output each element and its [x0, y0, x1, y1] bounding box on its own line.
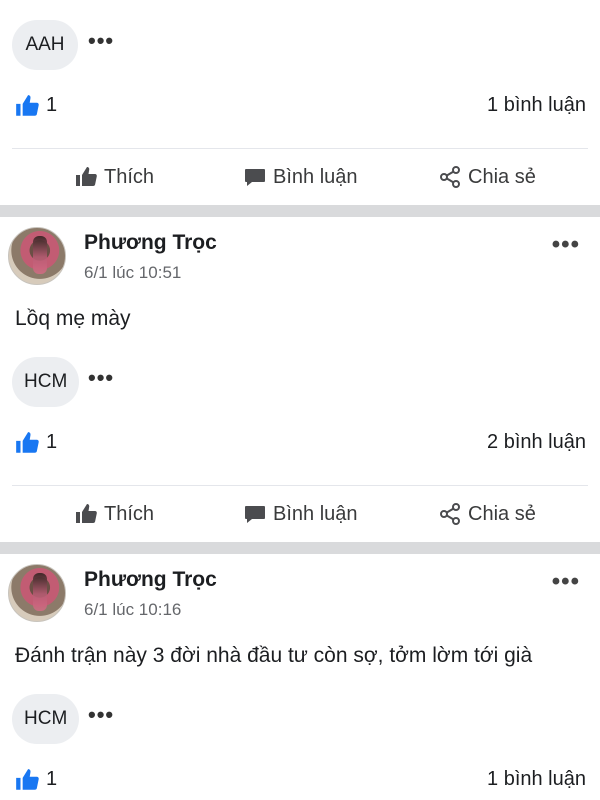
thumbs-up-icon [76, 504, 97, 523]
reaction-stats: 1 1 bình luận [0, 92, 600, 122]
share-button[interactable]: Chia sẻ [438, 490, 536, 538]
like-count[interactable]: 1 [46, 768, 57, 791]
divider [12, 148, 588, 149]
like-icon [16, 95, 39, 116]
like-label: Thích [104, 165, 155, 188]
share-button[interactable]: Chia sẻ [438, 153, 536, 201]
avatar[interactable] [8, 564, 66, 622]
comment-count[interactable]: 1 bình luận [487, 768, 586, 791]
tag-row: HCM ••• [0, 694, 600, 746]
like-icon [16, 769, 39, 790]
like-button[interactable]: Thích [74, 153, 154, 201]
location-tag[interactable]: AAH [12, 20, 78, 70]
comment-icon [245, 506, 265, 523]
tag-more-button[interactable]: ••• [88, 28, 114, 54]
author-name[interactable]: Phương Trọc [84, 568, 217, 592]
share-icon [440, 166, 460, 188]
reaction-stats: 1 2 bình luận [0, 429, 600, 459]
comment-button[interactable]: Bình luận [243, 490, 358, 538]
reaction-stats: 1 1 bình luận [0, 766, 600, 796]
like-count[interactable]: 1 [46, 94, 57, 117]
like-label: Thích [104, 502, 155, 525]
post-content: Lồq mẹ mày [15, 307, 131, 330]
comment-icon [245, 169, 265, 186]
tag-row: HCM ••• [0, 357, 600, 409]
post-more-button[interactable]: ••• [552, 568, 580, 596]
post-content: Đánh trận này 3 đời nhà đầu tư còn sợ, t… [15, 644, 533, 667]
share-label: Chia sẻ [468, 502, 536, 525]
post-separator [0, 205, 600, 217]
post-separator [0, 542, 600, 554]
post: Phương Trọc 6/1 lúc 10:51 ••• Lồq mẹ mày… [0, 217, 600, 542]
tag-more-button[interactable]: ••• [88, 702, 114, 728]
comment-count[interactable]: 1 bình luận [487, 94, 586, 117]
divider [12, 485, 588, 486]
post-more-button[interactable]: ••• [552, 231, 580, 259]
post: Phương Trọc 6/1 lúc 10:16 ••• Đánh trận … [0, 554, 600, 800]
avatar[interactable] [8, 227, 66, 285]
author-name[interactable]: Phương Trọc [84, 231, 217, 255]
comment-count[interactable]: 2 bình luận [487, 431, 586, 454]
like-count[interactable]: 1 [46, 431, 57, 454]
action-bar: Thích Bình luận Chia sẻ [0, 490, 600, 538]
action-bar: Thích Bình luận Chia sẻ [0, 153, 600, 201]
tag-row: AAH ••• [0, 20, 600, 72]
post-time[interactable]: 6/1 lúc 10:16 [84, 600, 181, 620]
post-header: Phương Trọc 6/1 lúc 10:51 ••• [0, 217, 600, 293]
tag-more-button[interactable]: ••• [88, 365, 114, 391]
like-icon [16, 432, 39, 453]
comment-label: Bình luận [273, 502, 358, 525]
comment-button[interactable]: Bình luận [243, 153, 358, 201]
share-label: Chia sẻ [468, 165, 536, 188]
like-button[interactable]: Thích [74, 490, 154, 538]
post-header: Phương Trọc 6/1 lúc 10:16 ••• [0, 554, 600, 630]
post-previous: AAH ••• 1 1 bình luận Thích Bình luận Ch… [0, 0, 600, 205]
share-icon [440, 503, 460, 525]
location-tag[interactable]: HCM [12, 357, 80, 407]
thumbs-up-icon [76, 167, 97, 186]
post-time[interactable]: 6/1 lúc 10:51 [84, 263, 181, 283]
comment-label: Bình luận [273, 165, 358, 188]
location-tag[interactable]: HCM [12, 694, 80, 744]
